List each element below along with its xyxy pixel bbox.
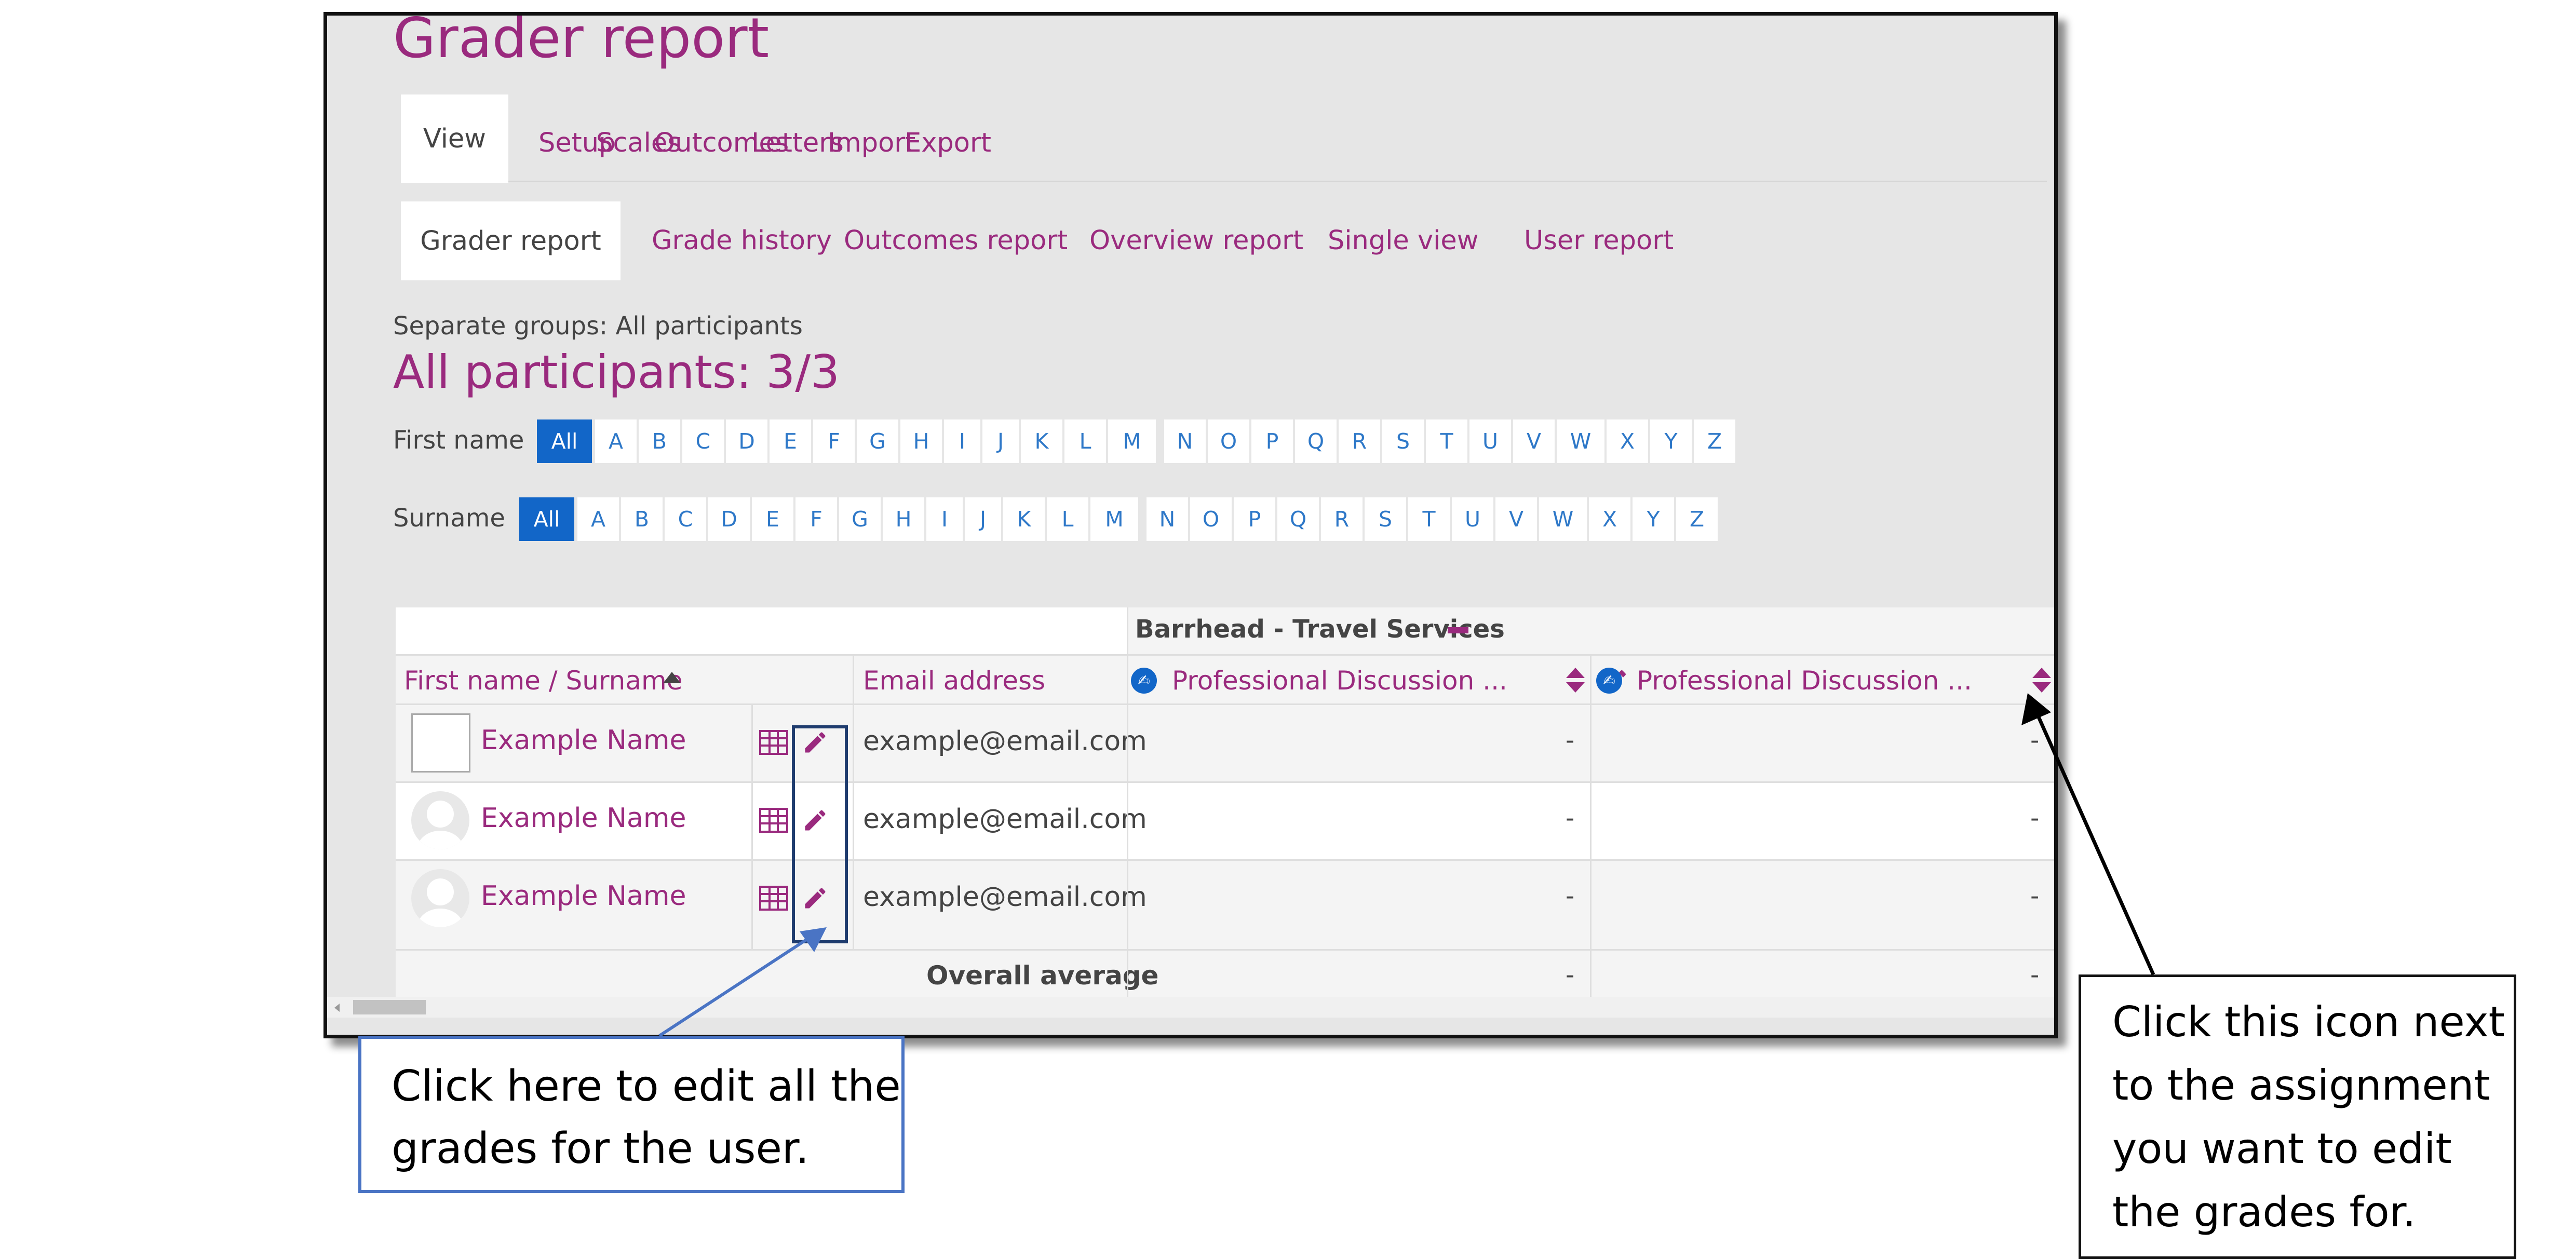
callout-right: Click this icon next to the assignment y… — [2079, 974, 2516, 1259]
callout-left: Click here to edit all the grades for th… — [358, 1036, 905, 1193]
